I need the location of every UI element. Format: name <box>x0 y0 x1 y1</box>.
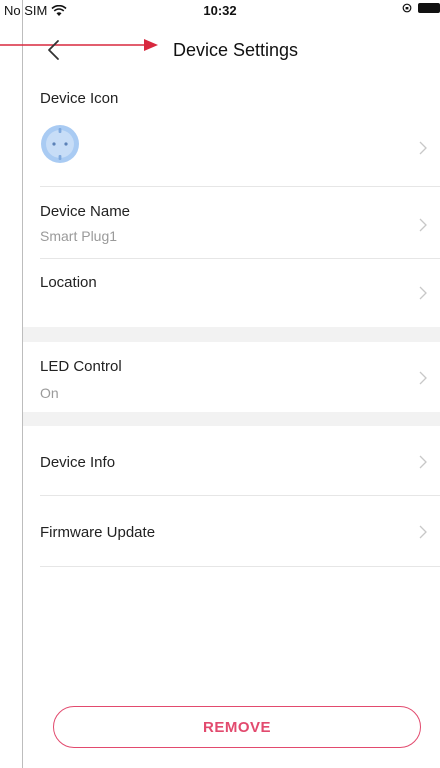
device-name-label: Device Name <box>40 203 131 220</box>
firmware-update-row[interactable]: Firmware Update <box>23 496 440 566</box>
device-info-row[interactable]: Device Info <box>23 426 440 494</box>
smart-plug-icon <box>41 125 79 163</box>
location-label: Location <box>40 274 97 291</box>
divider <box>40 566 440 567</box>
led-control-row[interactable]: LED Control On <box>23 342 440 412</box>
chevron-right-icon <box>419 525 427 539</box>
nav-bar: Device Settings <box>23 30 440 70</box>
remove-button[interactable]: REMOVE <box>53 706 421 748</box>
device-name-row[interactable]: Device Name Smart Plug1 <box>23 187 440 257</box>
device-icon-row[interactable]: Device Icon <box>23 84 440 184</box>
battery-icon <box>418 3 440 13</box>
device-name-value: Smart Plug1 <box>40 228 118 244</box>
chevron-right-icon <box>419 371 427 385</box>
chevron-right-icon <box>419 286 427 300</box>
chevron-right-icon <box>419 218 427 232</box>
status-right <box>402 3 440 13</box>
device-icon-label: Device Icon <box>40 90 119 107</box>
led-control-label: LED Control <box>40 358 122 375</box>
chevron-right-icon <box>419 455 427 469</box>
led-control-value: On <box>40 385 59 401</box>
remove-button-label: REMOVE <box>202 718 271 736</box>
firmware-update-label: Firmware Update <box>40 524 156 541</box>
location-row[interactable]: Location <box>23 259 440 327</box>
chevron-right-icon <box>419 141 427 155</box>
orientation-lock-icon <box>402 3 412 13</box>
page-title: Device Settings <box>172 40 299 60</box>
section-separator <box>23 412 440 426</box>
status-bar: No SIM 10:32 <box>0 0 440 22</box>
status-time: 10:32 <box>203 3 237 18</box>
section-separator <box>23 327 440 342</box>
device-info-label: Device Info <box>40 454 116 471</box>
